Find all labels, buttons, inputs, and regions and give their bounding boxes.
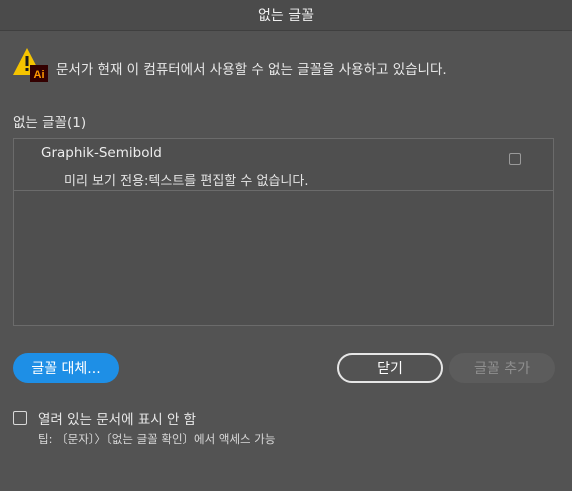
add-fonts-button[interactable]: 글꼴 추가 [449, 353, 555, 383]
missing-fonts-dialog: 없는 글꼴 Ai 문서가 현재 이 컴퓨터에서 사용할 수 없는 글꼴을 사용하… [0, 0, 572, 491]
dont-show-checkbox[interactable] [13, 411, 27, 425]
warning-exclamation-dot [25, 68, 29, 71]
warning-message: 문서가 현재 이 컴퓨터에서 사용할 수 없는 글꼴을 사용하고 있습니다. [56, 62, 447, 78]
font-name: Graphik-Semibold [41, 145, 162, 161]
font-select-checkbox[interactable] [509, 153, 521, 165]
warning-icon: Ai [13, 48, 48, 82]
title-bar: 없는 글꼴 [0, 0, 572, 31]
dont-show-label[interactable]: 열려 있는 문서에 표시 안 함 [38, 408, 196, 428]
font-status-note: 미리 보기 전용:텍스트를 편집할 수 없습니다. [64, 174, 309, 189]
dialog-title: 없는 글꼴 [258, 8, 314, 24]
tip-text: 팁: 〔문자〕〉〔없는 글꼴 확인〕에서 액세스 가능 [38, 432, 276, 446]
font-list-item[interactable]: Graphik-Semibold 미리 보기 전용:텍스트를 편집할 수 없습니… [14, 139, 553, 191]
ai-badge-text: Ai [34, 69, 45, 81]
replace-fonts-button[interactable]: 글꼴 대체... [13, 353, 119, 383]
missing-font-list: Graphik-Semibold 미리 보기 전용:텍스트를 편집할 수 없습니… [13, 138, 554, 326]
warning-exclamation-bar [25, 56, 29, 66]
close-button[interactable]: 닫기 [337, 353, 443, 383]
missing-fonts-label: 없는 글꼴(1) [13, 115, 87, 131]
